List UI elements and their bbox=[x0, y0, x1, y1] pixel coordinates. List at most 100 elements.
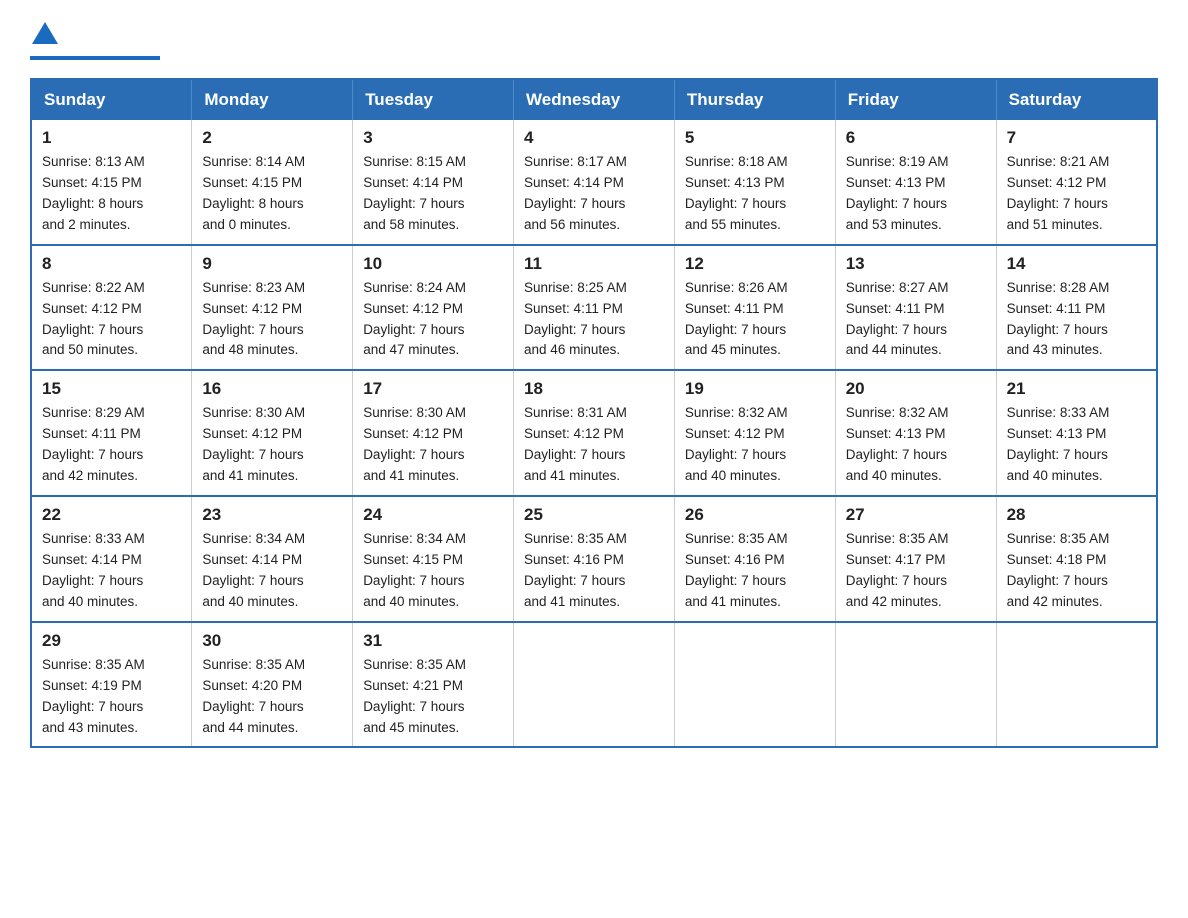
day-number: 4 bbox=[524, 128, 664, 148]
day-info: Sunrise: 8:35 AMSunset: 4:17 PMDaylight:… bbox=[846, 531, 949, 609]
day-number: 26 bbox=[685, 505, 825, 525]
day-cell: 27 Sunrise: 8:35 AMSunset: 4:17 PMDaylig… bbox=[835, 496, 996, 622]
day-info: Sunrise: 8:28 AMSunset: 4:11 PMDaylight:… bbox=[1007, 280, 1110, 358]
day-info: Sunrise: 8:35 AMSunset: 4:18 PMDaylight:… bbox=[1007, 531, 1110, 609]
day-cell: 18 Sunrise: 8:31 AMSunset: 4:12 PMDaylig… bbox=[514, 370, 675, 496]
day-cell: 5 Sunrise: 8:18 AMSunset: 4:13 PMDayligh… bbox=[674, 120, 835, 245]
day-info: Sunrise: 8:35 AMSunset: 4:20 PMDaylight:… bbox=[202, 657, 305, 735]
day-cell: 21 Sunrise: 8:33 AMSunset: 4:13 PMDaylig… bbox=[996, 370, 1157, 496]
day-cell: 3 Sunrise: 8:15 AMSunset: 4:14 PMDayligh… bbox=[353, 120, 514, 245]
day-info: Sunrise: 8:23 AMSunset: 4:12 PMDaylight:… bbox=[202, 280, 305, 358]
day-cell: 26 Sunrise: 8:35 AMSunset: 4:16 PMDaylig… bbox=[674, 496, 835, 622]
day-info: Sunrise: 8:27 AMSunset: 4:11 PMDaylight:… bbox=[846, 280, 949, 358]
day-cell bbox=[674, 622, 835, 748]
day-info: Sunrise: 8:22 AMSunset: 4:12 PMDaylight:… bbox=[42, 280, 145, 358]
day-info: Sunrise: 8:33 AMSunset: 4:14 PMDaylight:… bbox=[42, 531, 145, 609]
day-number: 8 bbox=[42, 254, 181, 274]
day-number: 13 bbox=[846, 254, 986, 274]
day-cell: 14 Sunrise: 8:28 AMSunset: 4:11 PMDaylig… bbox=[996, 245, 1157, 371]
day-number: 2 bbox=[202, 128, 342, 148]
day-number: 25 bbox=[524, 505, 664, 525]
day-cell: 29 Sunrise: 8:35 AMSunset: 4:19 PMDaylig… bbox=[31, 622, 192, 748]
day-info: Sunrise: 8:35 AMSunset: 4:19 PMDaylight:… bbox=[42, 657, 145, 735]
day-cell: 2 Sunrise: 8:14 AMSunset: 4:15 PMDayligh… bbox=[192, 120, 353, 245]
day-number: 15 bbox=[42, 379, 181, 399]
day-info: Sunrise: 8:18 AMSunset: 4:13 PMDaylight:… bbox=[685, 154, 788, 232]
day-info: Sunrise: 8:35 AMSunset: 4:21 PMDaylight:… bbox=[363, 657, 466, 735]
day-cell: 24 Sunrise: 8:34 AMSunset: 4:15 PMDaylig… bbox=[353, 496, 514, 622]
day-number: 16 bbox=[202, 379, 342, 399]
day-number: 23 bbox=[202, 505, 342, 525]
day-cell bbox=[835, 622, 996, 748]
day-info: Sunrise: 8:32 AMSunset: 4:13 PMDaylight:… bbox=[846, 405, 949, 483]
day-cell: 4 Sunrise: 8:17 AMSunset: 4:14 PMDayligh… bbox=[514, 120, 675, 245]
day-cell: 30 Sunrise: 8:35 AMSunset: 4:20 PMDaylig… bbox=[192, 622, 353, 748]
day-number: 10 bbox=[363, 254, 503, 274]
day-number: 27 bbox=[846, 505, 986, 525]
week-row-2: 8 Sunrise: 8:22 AMSunset: 4:12 PMDayligh… bbox=[31, 245, 1157, 371]
day-number: 12 bbox=[685, 254, 825, 274]
col-header-tuesday: Tuesday bbox=[353, 79, 514, 120]
day-cell: 25 Sunrise: 8:35 AMSunset: 4:16 PMDaylig… bbox=[514, 496, 675, 622]
day-cell: 20 Sunrise: 8:32 AMSunset: 4:13 PMDaylig… bbox=[835, 370, 996, 496]
day-cell: 31 Sunrise: 8:35 AMSunset: 4:21 PMDaylig… bbox=[353, 622, 514, 748]
day-cell bbox=[514, 622, 675, 748]
logo-text bbox=[30, 20, 60, 53]
day-cell: 28 Sunrise: 8:35 AMSunset: 4:18 PMDaylig… bbox=[996, 496, 1157, 622]
day-info: Sunrise: 8:31 AMSunset: 4:12 PMDaylight:… bbox=[524, 405, 627, 483]
day-info: Sunrise: 8:32 AMSunset: 4:12 PMDaylight:… bbox=[685, 405, 788, 483]
page-header bbox=[30, 20, 1158, 60]
day-number: 14 bbox=[1007, 254, 1146, 274]
day-info: Sunrise: 8:17 AMSunset: 4:14 PMDaylight:… bbox=[524, 154, 627, 232]
day-info: Sunrise: 8:26 AMSunset: 4:11 PMDaylight:… bbox=[685, 280, 788, 358]
day-cell: 12 Sunrise: 8:26 AMSunset: 4:11 PMDaylig… bbox=[674, 245, 835, 371]
col-header-sunday: Sunday bbox=[31, 79, 192, 120]
day-cell: 15 Sunrise: 8:29 AMSunset: 4:11 PMDaylig… bbox=[31, 370, 192, 496]
day-number: 29 bbox=[42, 631, 181, 651]
col-header-saturday: Saturday bbox=[996, 79, 1157, 120]
day-cell: 7 Sunrise: 8:21 AMSunset: 4:12 PMDayligh… bbox=[996, 120, 1157, 245]
day-number: 22 bbox=[42, 505, 181, 525]
week-row-4: 22 Sunrise: 8:33 AMSunset: 4:14 PMDaylig… bbox=[31, 496, 1157, 622]
day-number: 28 bbox=[1007, 505, 1146, 525]
week-row-5: 29 Sunrise: 8:35 AMSunset: 4:19 PMDaylig… bbox=[31, 622, 1157, 748]
day-number: 9 bbox=[202, 254, 342, 274]
day-info: Sunrise: 8:35 AMSunset: 4:16 PMDaylight:… bbox=[685, 531, 788, 609]
day-info: Sunrise: 8:15 AMSunset: 4:14 PMDaylight:… bbox=[363, 154, 466, 232]
day-number: 24 bbox=[363, 505, 503, 525]
day-cell: 9 Sunrise: 8:23 AMSunset: 4:12 PMDayligh… bbox=[192, 245, 353, 371]
logo-triangle-icon bbox=[31, 20, 59, 46]
day-cell: 17 Sunrise: 8:30 AMSunset: 4:12 PMDaylig… bbox=[353, 370, 514, 496]
day-info: Sunrise: 8:34 AMSunset: 4:15 PMDaylight:… bbox=[363, 531, 466, 609]
day-info: Sunrise: 8:35 AMSunset: 4:16 PMDaylight:… bbox=[524, 531, 627, 609]
day-info: Sunrise: 8:13 AMSunset: 4:15 PMDaylight:… bbox=[42, 154, 145, 232]
day-info: Sunrise: 8:14 AMSunset: 4:15 PMDaylight:… bbox=[202, 154, 305, 232]
day-number: 20 bbox=[846, 379, 986, 399]
col-header-wednesday: Wednesday bbox=[514, 79, 675, 120]
day-cell: 10 Sunrise: 8:24 AMSunset: 4:12 PMDaylig… bbox=[353, 245, 514, 371]
day-number: 21 bbox=[1007, 379, 1146, 399]
col-header-thursday: Thursday bbox=[674, 79, 835, 120]
day-cell: 19 Sunrise: 8:32 AMSunset: 4:12 PMDaylig… bbox=[674, 370, 835, 496]
day-info: Sunrise: 8:34 AMSunset: 4:14 PMDaylight:… bbox=[202, 531, 305, 609]
day-info: Sunrise: 8:19 AMSunset: 4:13 PMDaylight:… bbox=[846, 154, 949, 232]
day-number: 17 bbox=[363, 379, 503, 399]
col-header-monday: Monday bbox=[192, 79, 353, 120]
day-number: 31 bbox=[363, 631, 503, 651]
day-cell: 6 Sunrise: 8:19 AMSunset: 4:13 PMDayligh… bbox=[835, 120, 996, 245]
day-info: Sunrise: 8:30 AMSunset: 4:12 PMDaylight:… bbox=[363, 405, 466, 483]
logo-underline bbox=[30, 56, 160, 60]
day-info: Sunrise: 8:25 AMSunset: 4:11 PMDaylight:… bbox=[524, 280, 627, 358]
day-number: 1 bbox=[42, 128, 181, 148]
logo bbox=[30, 20, 160, 60]
calendar-table: SundayMondayTuesdayWednesdayThursdayFrid… bbox=[30, 78, 1158, 748]
day-number: 5 bbox=[685, 128, 825, 148]
day-number: 19 bbox=[685, 379, 825, 399]
day-cell: 11 Sunrise: 8:25 AMSunset: 4:11 PMDaylig… bbox=[514, 245, 675, 371]
day-number: 11 bbox=[524, 254, 664, 274]
day-number: 7 bbox=[1007, 128, 1146, 148]
week-row-3: 15 Sunrise: 8:29 AMSunset: 4:11 PMDaylig… bbox=[31, 370, 1157, 496]
day-info: Sunrise: 8:24 AMSunset: 4:12 PMDaylight:… bbox=[363, 280, 466, 358]
day-cell: 16 Sunrise: 8:30 AMSunset: 4:12 PMDaylig… bbox=[192, 370, 353, 496]
day-cell: 22 Sunrise: 8:33 AMSunset: 4:14 PMDaylig… bbox=[31, 496, 192, 622]
